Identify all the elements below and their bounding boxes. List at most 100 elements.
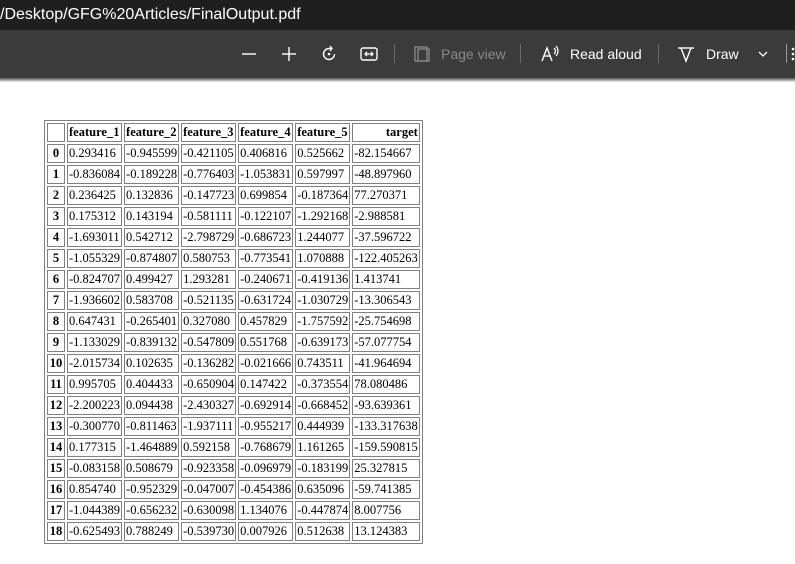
table-cell: 0.175312 — [67, 207, 123, 226]
table-cell: -0.521135 — [181, 291, 237, 310]
row-index: 13 — [47, 417, 65, 436]
table-header-row: feature_1 feature_2 feature_3 feature_4 … — [47, 123, 420, 142]
table-cell: -0.187364 — [295, 186, 351, 205]
draw-button[interactable]: Draw — [676, 30, 739, 77]
table-cell: -0.836084 — [67, 165, 123, 184]
table-cell: 0.094438 — [124, 396, 180, 415]
rotate-button[interactable] — [319, 30, 339, 77]
table-cell: -2.200223 — [67, 396, 123, 415]
table-row: 14 0.177315 -1.464889 0.592158 -0.768679 1.16… — [47, 438, 420, 457]
table-cell: -0.373554 — [295, 375, 351, 394]
page-view-button[interactable]: Page view — [412, 30, 506, 77]
table-row: 8 0.647431 -0.265401 0.327080 0.457829 -1.757… — [47, 312, 420, 331]
row-index: 4 — [47, 228, 65, 247]
table-cell: 0.236425 — [67, 186, 123, 205]
rotate-icon — [322, 45, 336, 60]
table-cell: 0.102635 — [124, 354, 180, 373]
table-cell: -0.096979 — [238, 459, 294, 478]
table-cell: -2.988581 — [352, 207, 420, 226]
chevron-down-icon — [758, 51, 768, 57]
more-button[interactable] — [790, 30, 795, 77]
table-cell: 0.635096 — [295, 480, 351, 499]
toolbar-divider — [394, 44, 395, 63]
row-index: 5 — [47, 249, 65, 268]
table-cell: -0.631724 — [238, 291, 294, 310]
table-cell: 1.161265 — [295, 438, 351, 457]
fit-width-button[interactable] — [359, 30, 379, 77]
table-cell: 0.444939 — [295, 417, 351, 436]
table-row: 0 0.293416 -0.945599 -0.421105 0.406816 0.525… — [47, 144, 420, 163]
table-cell: -57.077754 — [352, 333, 420, 352]
table-cell: -25.754698 — [352, 312, 420, 331]
page-view-icon — [414, 45, 430, 62]
zoom-out-button[interactable] — [240, 30, 258, 77]
draw-options-button[interactable] — [757, 30, 769, 77]
table-cell: -0.768679 — [238, 438, 294, 457]
row-index: 14 — [47, 438, 65, 457]
table-row: 15 -0.083158 0.508679 -0.923358 -0.096979 -0.… — [47, 459, 420, 478]
row-index: 3 — [47, 207, 65, 226]
table-cell: 8.007756 — [352, 501, 420, 520]
table-cell: -0.776403 — [181, 165, 237, 184]
table-cell: 0.499427 — [124, 270, 180, 289]
column-header: feature_1 — [67, 123, 123, 142]
table-cell: -1.044389 — [67, 501, 123, 520]
toolbar-divider — [658, 44, 659, 63]
table-cell: -1.133029 — [67, 333, 123, 352]
title-bar: /Desktop/GFG%20Articles/FinalOutput.pdf — [0, 0, 795, 30]
row-index: 11 — [47, 375, 65, 394]
table-cell: -0.240671 — [238, 270, 294, 289]
table-cell: -0.083158 — [67, 459, 123, 478]
table-row: 5 -1.055329 -0.874807 0.580753 -0.773541 1.07… — [47, 249, 420, 268]
table-cell: -82.154667 — [352, 144, 420, 163]
table-cell: 0.147422 — [238, 375, 294, 394]
table-cell: 0.597997 — [295, 165, 351, 184]
table-cell: -0.136282 — [181, 354, 237, 373]
table-cell: 0.177315 — [67, 438, 123, 457]
page-view-label: Page view — [441, 45, 506, 62]
read-aloud-button[interactable]: Read aloud — [540, 30, 642, 77]
table-cell: -0.047007 — [181, 480, 237, 499]
table-cell: 25.327815 — [352, 459, 420, 478]
table-cell: -0.581111 — [181, 207, 237, 226]
table-cell: -2.798729 — [181, 228, 237, 247]
table-cell: 0.007926 — [238, 522, 294, 541]
table-cell: -0.650904 — [181, 375, 237, 394]
table-cell: -59.741385 — [352, 480, 420, 499]
minus-icon — [242, 52, 256, 55]
table-cell: 1.070888 — [295, 249, 351, 268]
read-aloud-label: Read aloud — [570, 45, 642, 62]
table-cell: -1.936602 — [67, 291, 123, 310]
table-cell: -0.547809 — [181, 333, 237, 352]
table-cell: 0.743511 — [295, 354, 351, 373]
table-cell: -122.405263 — [352, 249, 420, 268]
row-index: 17 — [47, 501, 65, 520]
table-cell: 1.293281 — [181, 270, 237, 289]
table-cell: 0.327080 — [181, 312, 237, 331]
table-cell: 13.124383 — [352, 522, 420, 541]
row-index: 1 — [47, 165, 65, 184]
table-cell: -1.053831 — [238, 165, 294, 184]
table-cell: -0.656232 — [124, 501, 180, 520]
table-cell: 0.143194 — [124, 207, 180, 226]
table-cell: -13.306543 — [352, 291, 420, 310]
table-cell: -0.945599 — [124, 144, 180, 163]
table-row: 10 -2.015734 0.102635 -0.136282 -0.021666 0.7… — [47, 354, 420, 373]
table-row: 3 0.175312 0.143194 -0.581111 -0.122107 -1.29… — [47, 207, 420, 226]
row-index: 8 — [47, 312, 65, 331]
zoom-in-button[interactable] — [280, 30, 298, 77]
table-cell: 0.542712 — [124, 228, 180, 247]
toolbar-divider — [786, 44, 787, 63]
table-cell: -0.839132 — [124, 333, 180, 352]
read-aloud-icon — [541, 45, 559, 61]
table-cell: 0.404433 — [124, 375, 180, 394]
row-index: 6 — [47, 270, 65, 289]
table-cell: -0.122107 — [238, 207, 294, 226]
table-cell: 0.580753 — [181, 249, 237, 268]
table-cell: 0.647431 — [67, 312, 123, 331]
column-header: feature_5 — [295, 123, 351, 142]
plus-icon — [282, 46, 296, 61]
table-row: 1 -0.836084 -0.189228 -0.776403 -1.053831 0.5… — [47, 165, 420, 184]
table-row: 11 0.995705 0.404433 -0.650904 0.147422 -0.37… — [47, 375, 420, 394]
table-cell: 0.508679 — [124, 459, 180, 478]
